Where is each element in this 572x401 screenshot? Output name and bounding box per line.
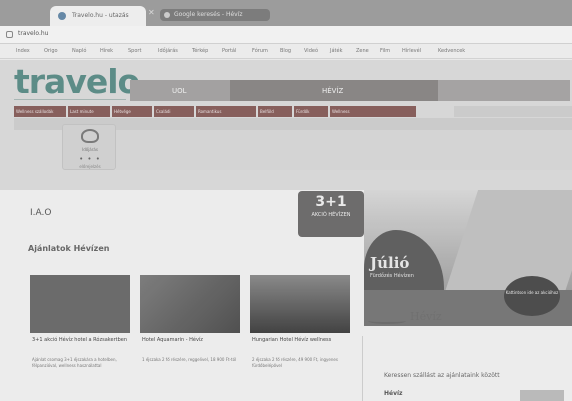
heviz-banner[interactable]: Hévíz <box>364 300 572 334</box>
search-box-title: Keressen szállást az ajánlataink között <box>384 372 500 379</box>
nav-item-ajanlat[interactable]: UOL <box>130 80 230 101</box>
weather-foot: előrejelzés <box>79 164 101 169</box>
page-heading: I.A.O <box>30 208 52 218</box>
bookmark-item[interactable]: Portál <box>222 48 236 54</box>
second-tab-label: Google keresés - Hévíz <box>174 11 243 18</box>
offer-card[interactable]: 3+1 akció Hévíz hotel a Rózsakertben Ajá… <box>30 275 130 401</box>
offer-title[interactable]: Hungarian Hotel Hévíz wellness <box>252 337 350 344</box>
nav-item-hotel[interactable]: HÉVÍZ <box>230 80 438 101</box>
lock-icon <box>6 31 13 38</box>
category-item[interactable]: Wellness szállodák <box>14 106 66 117</box>
bookmark-item[interactable]: Origo <box>44 48 58 54</box>
logo-underline <box>14 99 126 100</box>
favicon-icon <box>58 12 66 20</box>
hero-title: Júlió <box>370 254 410 272</box>
weather-dots: • • • <box>79 155 101 163</box>
nav-item-extra[interactable] <box>438 80 570 101</box>
bookmark-item[interactable]: Zene <box>356 48 369 54</box>
bookmark-item[interactable]: Hírlevél <box>402 48 421 54</box>
search-button[interactable] <box>520 390 564 401</box>
offer-description: Ajánlat csomag 3+1 éjszakára a hotelben,… <box>32 357 117 368</box>
category-item[interactable]: Romantikus <box>196 106 256 117</box>
offer-title[interactable]: 3+1 akció Hévíz hotel a Rózsakertben <box>32 337 130 344</box>
bookmark-item[interactable]: Fórum <box>252 48 268 54</box>
bookmark-item[interactable]: Film <box>380 48 390 54</box>
address-bar[interactable]: travelo.hu <box>0 26 572 44</box>
category-item[interactable]: Wellness <box>330 106 416 117</box>
offer-description: 2 éjszaka 2 fő részére, 49 900 Ft, ingye… <box>252 357 338 368</box>
bookmark-item[interactable]: Játék <box>330 48 342 54</box>
hero-subtitle: Fürdőzés Hévízen <box>370 273 414 279</box>
wave-icon <box>368 318 406 324</box>
offer-image[interactable] <box>250 275 350 333</box>
offers-heading: Ajánlatok Hévízen <box>28 244 110 253</box>
category-bar: Wellness szállodák Last minute Hétvége C… <box>14 106 572 117</box>
bookmark-item[interactable]: Sport <box>128 48 141 54</box>
bookmark-item[interactable]: Index <box>16 48 30 54</box>
promo-badge[interactable]: 3+1 AKCIÓ HÉVÍZEN <box>298 191 364 237</box>
active-tab-label: Travelo.hu - utazás <box>72 12 129 19</box>
favicon-icon <box>164 12 170 18</box>
second-tab[interactable]: Google keresés - Hévíz <box>160 9 270 21</box>
weather-band <box>116 130 572 170</box>
offer-image[interactable] <box>30 275 130 333</box>
weather-label: Időjárás <box>82 147 98 152</box>
active-tab[interactable]: Travelo.hu - utazás <box>50 6 146 26</box>
category-item[interactable]: Hétvége <box>112 106 152 117</box>
offer-card[interactable]: Hotel Aquamarin - Hévíz 1 éjszaka 2 fő r… <box>140 275 240 401</box>
offer-card[interactable]: Hungarian Hotel Hévíz wellness 2 éjszaka… <box>250 275 350 401</box>
promo-big-text: 3+1 <box>315 194 347 210</box>
bookmark-item[interactable]: Térkép <box>192 48 208 54</box>
weather-widget[interactable]: Időjárás • • • előrejelzés <box>62 124 116 170</box>
bookmark-item[interactable]: Időjárás <box>158 48 178 54</box>
heviz-label: Hévíz <box>410 310 442 323</box>
category-bar-filler <box>454 106 572 117</box>
bookmark-item[interactable]: Kedvencek <box>438 48 465 54</box>
offer-title[interactable]: Hotel Aquamarin - Hévíz <box>142 337 240 344</box>
bookmark-item[interactable]: Hírek <box>100 48 113 54</box>
category-item[interactable]: Belföld <box>258 106 292 117</box>
bookmark-item[interactable]: Napló <box>72 48 86 54</box>
promo-small-text: AKCIÓ HÉVÍZEN <box>311 212 351 218</box>
category-item[interactable]: Családi <box>154 106 194 117</box>
column-divider <box>362 336 363 401</box>
offers-list: 3+1 akció Hévíz hotel a Rózsakertben Ajá… <box>30 275 360 401</box>
cloud-icon <box>81 129 99 143</box>
close-icon[interactable]: ✕ <box>148 8 158 18</box>
url-text[interactable]: travelo.hu <box>18 30 48 37</box>
bookmark-item[interactable]: Videó <box>304 48 318 54</box>
offer-description: 1 éjszaka 2 fő részére, reggelivel, 18 9… <box>142 357 237 362</box>
site-logo[interactable]: travelo <box>14 62 140 101</box>
browser-tab-bar: Travelo.hu - utazás ✕ Google keresés - H… <box>0 0 572 26</box>
bookmark-item[interactable]: Blog <box>280 48 291 54</box>
offer-image[interactable] <box>140 275 240 333</box>
category-item[interactable]: Fürdők <box>294 106 328 117</box>
bookmarks-bar: Index Origo Napló Hírek Sport Időjárás T… <box>0 44 572 59</box>
category-item[interactable]: Last minute <box>68 106 110 117</box>
